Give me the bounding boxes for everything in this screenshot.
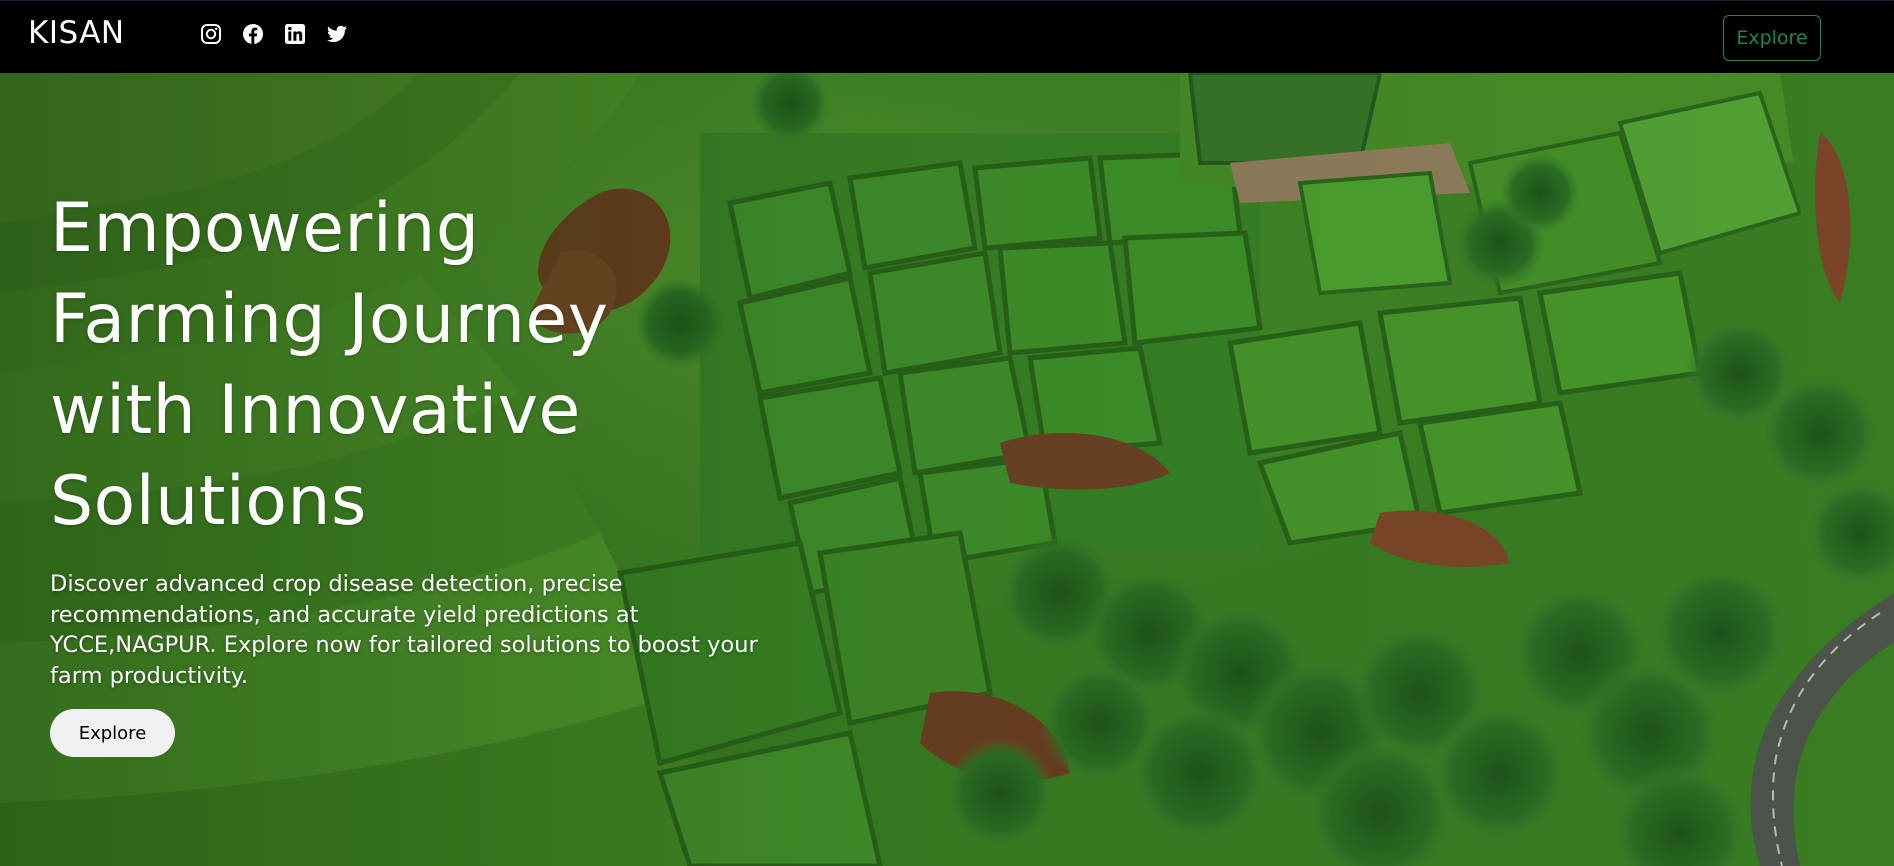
hero-explore-button[interactable]: Explore xyxy=(50,709,175,757)
nav-explore-button[interactable]: Explore xyxy=(1723,15,1821,61)
hero-title: Empowering Farming Journey with Innovati… xyxy=(50,189,609,541)
twitter-icon xyxy=(327,25,347,43)
brand-logo[interactable]: KISAN xyxy=(28,15,125,51)
navbar: KISAN Explore xyxy=(0,0,1894,73)
hero-description: Discover advanced crop disease detection… xyxy=(50,571,758,689)
linkedin-icon xyxy=(285,24,305,44)
hero-section: Empowering Farming Journey with Innovati… xyxy=(0,73,1894,866)
hero-content: Empowering Farming Journey with Innovati… xyxy=(50,183,790,757)
facebook-icon xyxy=(243,24,263,44)
social-links xyxy=(200,23,348,45)
instagram-link[interactable] xyxy=(200,23,222,45)
linkedin-link[interactable] xyxy=(284,23,306,45)
twitter-link[interactable] xyxy=(326,23,348,45)
facebook-link[interactable] xyxy=(242,23,264,45)
instagram-icon xyxy=(201,24,221,44)
